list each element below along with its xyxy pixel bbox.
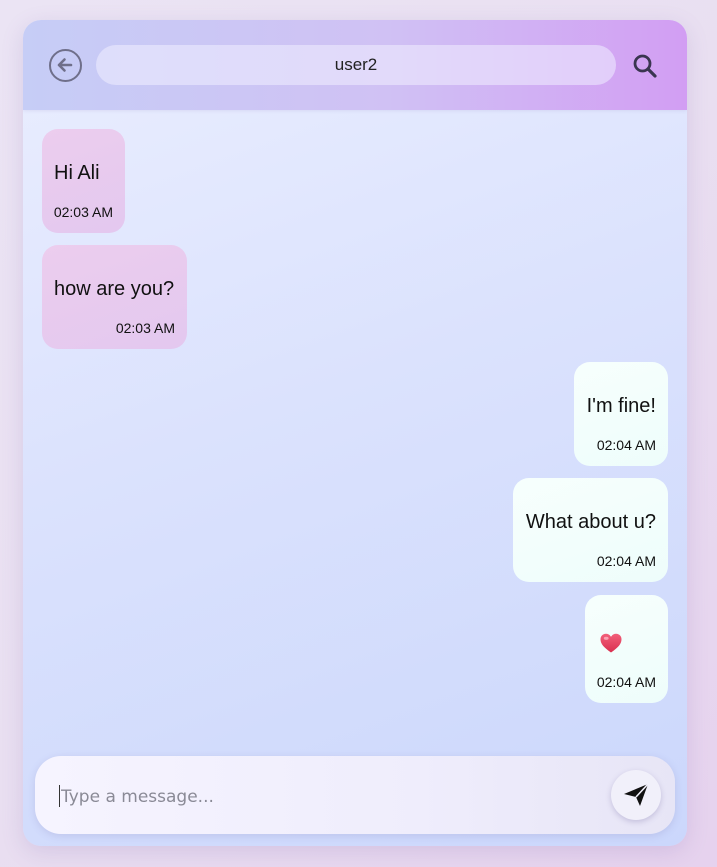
- arrow-left-icon: [57, 58, 73, 72]
- message-composer: [35, 756, 675, 834]
- heart-icon: [600, 633, 622, 653]
- send-icon: [624, 783, 649, 806]
- message-list[interactable]: Hi Ali 02:03 AM how are you? 02:03 AM I'…: [23, 110, 687, 750]
- search-button[interactable]: [632, 53, 658, 79]
- message-time: 02:03 AM: [53, 204, 113, 220]
- message-time: 02:04 AM: [596, 674, 656, 690]
- message-input[interactable]: [59, 782, 603, 812]
- message-bubble-incoming: how are you? 02:03 AM: [42, 245, 187, 349]
- message-text: how are you?: [54, 278, 175, 300]
- chat-window: user2 Hi Ali 02:03 AM how are you? 02:03…: [23, 20, 687, 846]
- contact-name: user2: [334, 55, 378, 74]
- message-text: What about u?: [525, 511, 656, 533]
- message-bubble-incoming: Hi Ali 02:03 AM: [42, 129, 125, 233]
- message-time: 02:04 AM: [596, 437, 656, 453]
- message-bubble-outgoing: 02:04 AM: [585, 595, 668, 703]
- message-text: I'm fine!: [586, 395, 656, 417]
- message-time: 02:03 AM: [115, 320, 175, 336]
- message-bubble-outgoing: I'm fine! 02:04 AM: [574, 362, 668, 466]
- chat-header: user2: [23, 20, 687, 110]
- message-bubble-outgoing: What about u? 02:04 AM: [513, 478, 668, 582]
- search-icon: [633, 54, 657, 78]
- text-caret: [59, 785, 60, 807]
- chat-title: user2: [96, 45, 616, 85]
- message-time: 02:04 AM: [596, 553, 656, 569]
- send-button[interactable]: [611, 770, 661, 820]
- message-text: Hi Ali: [54, 162, 100, 184]
- back-button[interactable]: [49, 49, 82, 82]
